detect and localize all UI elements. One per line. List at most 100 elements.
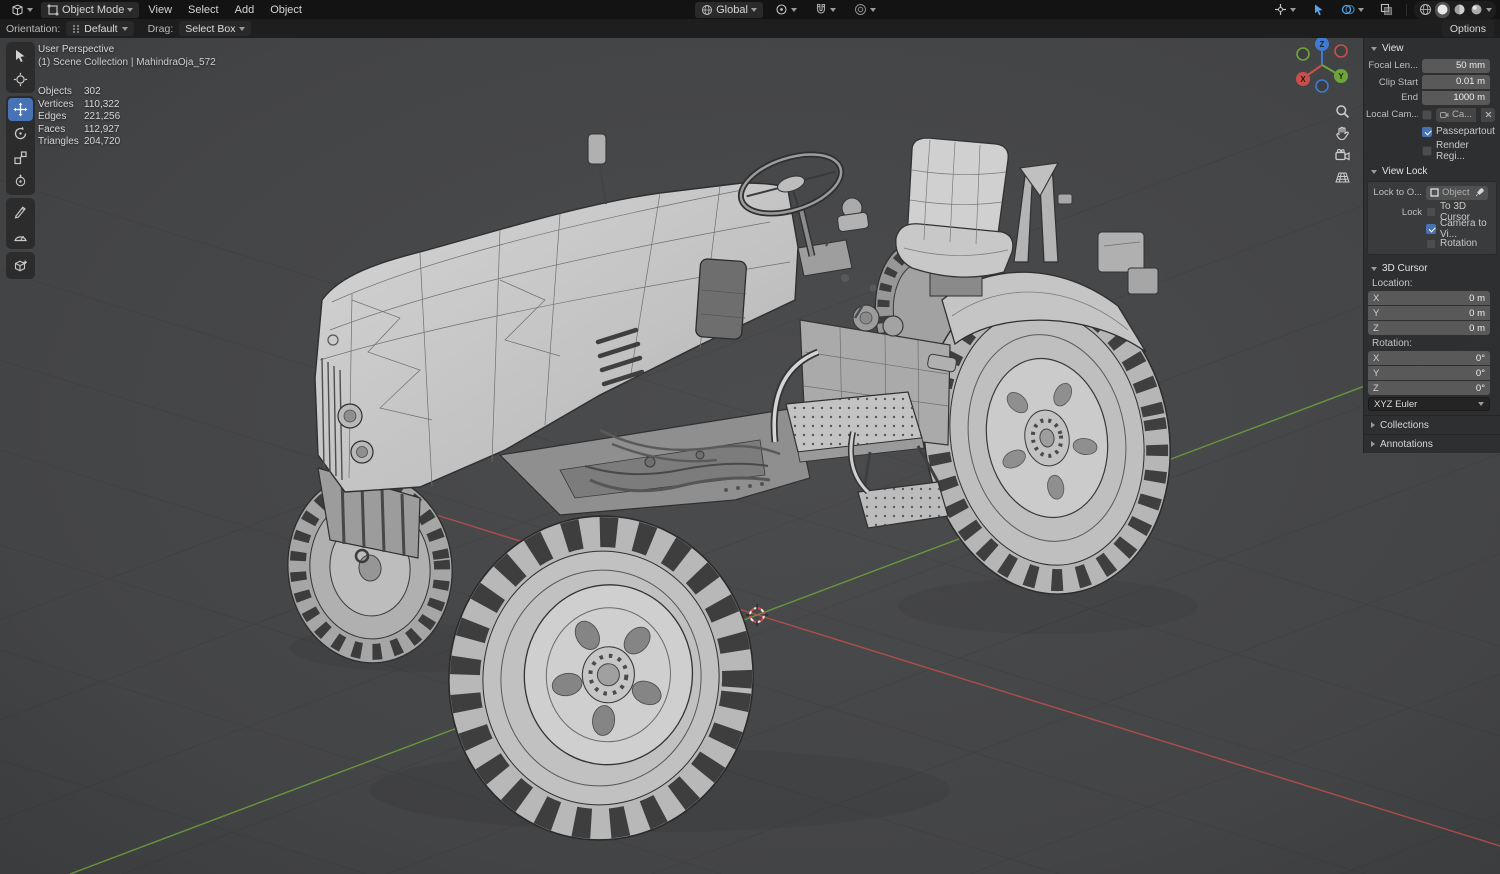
cursor-location-y[interactable]: Y 0 m	[1368, 306, 1490, 320]
mode-select-label: Object Mode	[62, 3, 125, 16]
menu-object[interactable]: Object	[263, 0, 309, 19]
orientation-value: Default	[84, 22, 118, 35]
menu-select[interactable]: Select	[181, 0, 226, 19]
chevron-down-icon	[869, 7, 876, 12]
orientation-select[interactable]: Default	[66, 21, 134, 36]
cursor-rotation-z[interactable]: Z 0°	[1368, 381, 1490, 395]
object-mode-icon	[47, 4, 59, 16]
zoom-button[interactable]	[1332, 101, 1352, 121]
active-collection-label: (1) Scene Collection | MahindraOja_572	[38, 57, 216, 68]
perspective-toggle-button[interactable]	[1332, 167, 1352, 187]
chevron-down-icon	[27, 7, 33, 12]
options-button[interactable]: Options	[1441, 20, 1494, 37]
tool-rotate[interactable]	[8, 122, 33, 145]
section-view-lock-title: View Lock	[1382, 166, 1428, 177]
section-annotations-title: Annotations	[1380, 438, 1433, 450]
passepartout-checkbox[interactable]	[1422, 126, 1432, 137]
clip-start-field[interactable]: 0.01 m	[1422, 75, 1490, 89]
shading-rendered-button[interactable]	[1469, 2, 1484, 18]
stat-value: 110,322	[84, 98, 120, 110]
chevron-down-icon	[1371, 169, 1377, 174]
to-3d-cursor-checkbox[interactable]	[1426, 207, 1436, 217]
tool-move[interactable]	[8, 98, 33, 121]
show-gizmo-toggle[interactable]	[1268, 2, 1302, 18]
proportional-editing-button[interactable]	[848, 2, 882, 18]
globe-icon	[701, 4, 713, 16]
local-camera-checkbox[interactable]	[1422, 109, 1432, 120]
mode-select[interactable]: Object Mode	[41, 1, 140, 18]
gizmo-y-neg[interactable]	[1296, 47, 1310, 61]
side-panel	[695, 258, 747, 340]
section-collections-title: Collections	[1380, 419, 1429, 431]
perspective-grid-icon	[1334, 171, 1350, 184]
rotation-mode-select[interactable]: XYZ Euler	[1368, 397, 1490, 411]
cursor-location-label: Location:	[1372, 278, 1413, 289]
menu-view[interactable]: View	[141, 0, 179, 19]
drag-select[interactable]: Select Box	[179, 21, 252, 36]
shading-solid-button[interactable]	[1435, 1, 1450, 18]
viewport-header: Object Mode View Select Add Object Globa…	[0, 0, 1500, 19]
show-overlays-toggle-active[interactable]	[1335, 2, 1370, 18]
chevron-down-icon	[1371, 46, 1377, 51]
move-tool-icon	[13, 102, 28, 117]
perspective-label: User Perspective	[38, 44, 115, 55]
lock-to-object-field[interactable]: Object	[1426, 185, 1488, 200]
gizmo-x-neg[interactable]	[1334, 44, 1348, 58]
menu-add[interactable]: Add	[228, 0, 262, 19]
chevron-right-icon	[1371, 441, 1375, 447]
navigation-gizmo[interactable]: Z Y X	[1288, 31, 1356, 99]
hand-icon	[1335, 126, 1349, 141]
clip-start-label: Clip Start	[1378, 77, 1418, 88]
focal-length-label: Focal Len...	[1368, 60, 1418, 71]
gizmo-z-neg[interactable]	[1315, 79, 1329, 93]
transform-orientation-select[interactable]: Global	[695, 1, 763, 18]
axis-label: Z	[1373, 322, 1379, 334]
section-collections-header[interactable]: Collections	[1364, 415, 1500, 434]
cursor-location-x[interactable]: X 0 m	[1368, 291, 1490, 305]
passepartout-label: Passepartout	[1436, 126, 1495, 137]
tool-cursor[interactable]	[8, 68, 33, 91]
clear-local-camera-button[interactable]	[1481, 107, 1496, 122]
eyedropper-icon[interactable]	[1475, 188, 1484, 197]
snap-button[interactable]	[809, 2, 842, 18]
camera-view-button[interactable]	[1332, 145, 1352, 165]
tool-add-cube[interactable]	[8, 254, 33, 277]
local-camera-field[interactable]: Ca...	[1436, 107, 1477, 122]
sidebar-panel: View Focal Len... 50 mm Clip Start 0.01 …	[1363, 38, 1500, 453]
tool-measure[interactable]	[8, 224, 33, 247]
section-3d-cursor-title: 3D Cursor	[1382, 263, 1428, 274]
stat-label: Faces	[38, 123, 66, 135]
proportional-editing-icon	[854, 3, 867, 16]
pan-button[interactable]	[1332, 123, 1352, 143]
tool-annotate[interactable]	[8, 200, 33, 223]
cursor-rotation-y[interactable]: Y 0°	[1368, 366, 1490, 380]
editor-type-button[interactable]	[5, 2, 39, 18]
tool-select-box[interactable]	[8, 44, 33, 67]
shading-material-button[interactable]	[1452, 2, 1467, 18]
section-view-header[interactable]: View	[1364, 40, 1500, 57]
chevron-right-icon	[1371, 422, 1375, 428]
pivot-point-button[interactable]	[769, 2, 803, 18]
stat-value: 204,720	[84, 136, 121, 147]
section-3d-cursor-header[interactable]: 3D Cursor	[1364, 260, 1500, 277]
render-region-checkbox[interactable]	[1422, 146, 1432, 156]
rotation-lock-checkbox[interactable]	[1426, 238, 1436, 249]
camera-to-view-checkbox[interactable]	[1426, 224, 1436, 234]
xray-toggle[interactable]	[1374, 2, 1399, 18]
3d-viewport[interactable]	[0, 0, 1500, 874]
section-annotations-header[interactable]: Annotations	[1364, 434, 1500, 453]
clip-end-field[interactable]: 1000 m	[1422, 90, 1490, 105]
focal-length-field[interactable]: 50 mm	[1422, 58, 1490, 73]
tool-transform[interactable]	[8, 170, 33, 193]
transform-orientation-label: Global	[716, 3, 748, 16]
cursor-rotation-x[interactable]: X 0°	[1368, 351, 1490, 365]
select-cursor-toggle-active[interactable]	[1306, 2, 1331, 18]
axis-value: 0 m	[1469, 322, 1485, 334]
orientation-label: Orientation:	[6, 22, 61, 35]
section-view-lock-header[interactable]: View Lock	[1364, 163, 1500, 180]
cursor-location-z[interactable]: Z 0 m	[1368, 321, 1490, 335]
chevron-down-icon	[1486, 7, 1492, 12]
shading-wireframe-button[interactable]	[1418, 2, 1433, 18]
tool-scale[interactable]	[8, 146, 33, 169]
scene-statistics: Objects 302 Vertices 110,322 Edges 221,256 …	[38, 86, 216, 149]
